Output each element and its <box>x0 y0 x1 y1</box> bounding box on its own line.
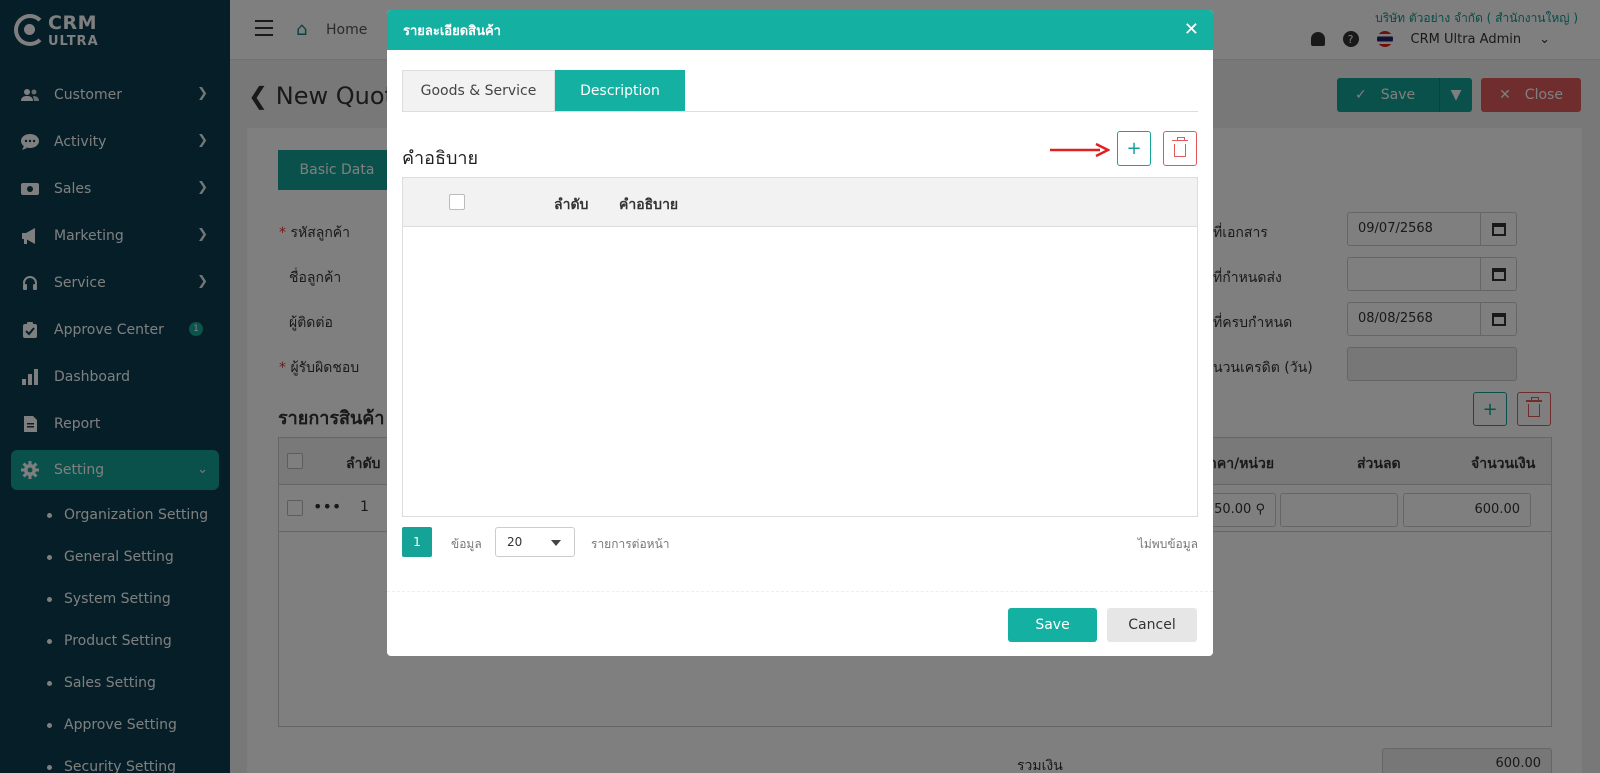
column-seq: ลำดับ <box>554 197 589 213</box>
close-icon[interactable]: ✕ <box>1184 19 1199 40</box>
tab-goods-service[interactable]: Goods & Service <box>402 70 555 111</box>
modal-title: รายละเอียดสินค้า <box>403 23 501 39</box>
per-page-label: รายการต่อหน้า <box>591 537 670 551</box>
empty-state-label: ไม่พบข้อมูล <box>1137 537 1198 551</box>
modal-save-button[interactable]: Save <box>1008 608 1097 642</box>
column-description: คำอธิบาย <box>619 197 679 213</box>
description-table-header: ลำดับ คำอธิบาย <box>403 178 1197 227</box>
modal-footer-divider <box>387 591 1213 592</box>
description-section-title: คำอธิบาย <box>402 148 479 169</box>
page-size-select[interactable]: 20 <box>495 527 575 557</box>
trash-icon <box>1172 136 1188 157</box>
product-detail-modal: รายละเอียดสินค้า ✕ Goods & Service Descr… <box>387 10 1213 656</box>
caret-down-icon <box>551 540 561 546</box>
modal-tabs: Goods & Service Description <box>402 70 1198 112</box>
tab-description[interactable]: Description <box>555 70 685 111</box>
description-table: ลำดับ คำอธิบาย <box>402 177 1198 517</box>
add-description-button[interactable]: + <box>1117 131 1151 166</box>
page-button[interactable]: 1 <box>402 527 432 557</box>
modal-header: รายละเอียดสินค้า ✕ <box>387 10 1213 50</box>
annotation-arrow-icon <box>1050 142 1110 158</box>
modal-cancel-button[interactable]: Cancel <box>1107 608 1197 642</box>
select-all-checkbox[interactable] <box>449 194 465 210</box>
data-label: ข้อมูล <box>451 537 482 551</box>
pagination: 1 ข้อมูล 20 รายการต่อหน้า ไม่พบข้อมูล <box>402 527 1198 557</box>
delete-description-button[interactable] <box>1163 131 1197 166</box>
